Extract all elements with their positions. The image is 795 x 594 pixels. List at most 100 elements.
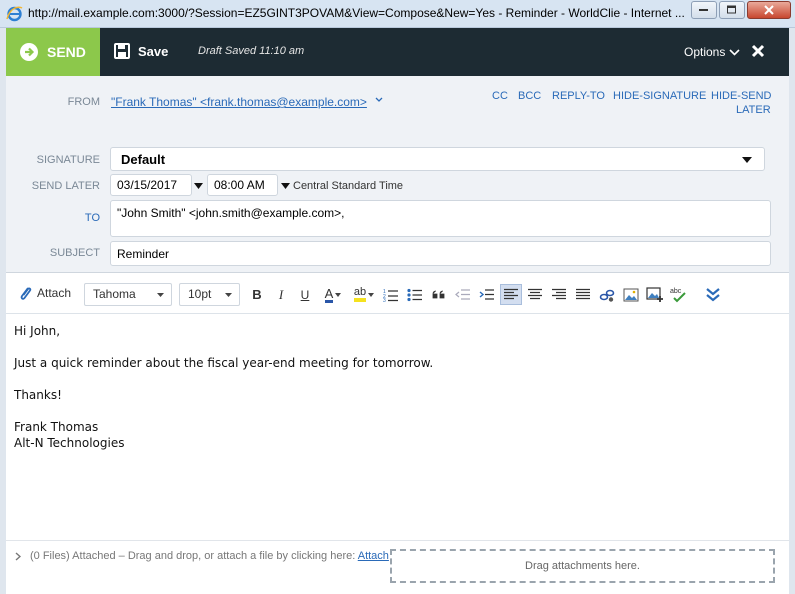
insert-image-button[interactable]: [644, 284, 666, 305]
bulleted-list-icon: [407, 288, 422, 301]
signature-company: Alt-N Technologies: [14, 436, 125, 450]
align-left-button[interactable]: [500, 284, 522, 305]
align-right-icon: [552, 288, 566, 300]
font-family-select[interactable]: Tahoma: [84, 283, 172, 306]
minimize-icon: [699, 9, 708, 11]
send-later-label: SEND LATER: [31, 180, 100, 192]
align-right-button[interactable]: [548, 284, 570, 305]
align-center-button[interactable]: [524, 284, 546, 305]
italic-button[interactable]: I: [270, 284, 292, 305]
close-icon: [764, 5, 774, 15]
compose-window: SEND Save Draft Saved 11:10 am Options F…: [6, 28, 789, 594]
body-thanks: Thanks!: [14, 388, 62, 402]
save-button[interactable]: Save: [114, 43, 168, 59]
internet-explorer-icon: [6, 6, 23, 22]
expand-toolbar-button[interactable]: [702, 284, 724, 305]
window-titlebar: http://mail.example.com:3000/?Session=EZ…: [0, 0, 795, 28]
chevron-down-icon: [729, 48, 740, 56]
save-label: Save: [138, 43, 169, 59]
attachments-status: (0 Files) Attached – Drag and drop, or a…: [30, 550, 389, 562]
to-label[interactable]: TO: [6, 212, 100, 224]
minimize-button[interactable]: [691, 1, 717, 19]
italic-icon: I: [278, 286, 284, 302]
font-color-icon: A: [324, 285, 334, 303]
attach-label: Attach: [37, 286, 72, 300]
from-address-link[interactable]: "Frank Thomas" <frank.thomas@example.com…: [111, 95, 367, 109]
close-compose-icon[interactable]: [751, 44, 765, 58]
message-body-editor[interactable]: Hi John, Just a quick reminder about the…: [6, 315, 789, 540]
numbered-list-button[interactable]: 1 2 3: [380, 284, 402, 305]
justify-button[interactable]: [572, 284, 594, 305]
compose-toolbar: SEND Save Draft Saved 11:10 am Options: [6, 28, 789, 76]
double-chevron-down-icon: [706, 287, 720, 301]
quote-button[interactable]: [428, 284, 450, 305]
date-caret-down-icon[interactable]: [194, 183, 203, 189]
send-arrow-icon: [20, 43, 38, 61]
signature-name: Frank Thomas: [14, 420, 99, 434]
body-greeting: Hi John,: [14, 324, 61, 338]
cc-link[interactable]: CC: [492, 90, 508, 102]
indent-button[interactable]: [476, 284, 498, 305]
window-title: http://mail.example.com:3000/?Session=EZ…: [28, 6, 685, 20]
message-header: FROM "Frank Thomas" <frank.thomas@exampl…: [6, 76, 789, 273]
svg-text:abc: abc: [670, 288, 682, 295]
underline-button[interactable]: U: [294, 284, 316, 305]
font-size-select[interactable]: 10pt: [179, 283, 240, 306]
outdent-button[interactable]: [452, 284, 474, 305]
align-left-icon: [504, 288, 518, 300]
maximize-button[interactable]: [719, 1, 745, 19]
from-label: FROM: [67, 96, 100, 108]
bcc-link[interactable]: BCC: [518, 90, 541, 102]
close-window-button[interactable]: [747, 1, 791, 19]
options-menu[interactable]: Options: [684, 45, 740, 59]
image-button[interactable]: [620, 284, 642, 305]
hide-signature-link[interactable]: HIDE-SIGNATURE: [613, 90, 706, 102]
indent-icon: [479, 289, 494, 300]
svg-text:3: 3: [383, 298, 386, 302]
attachments-bar: (0 Files) Attached – Drag and drop, or a…: [6, 540, 789, 594]
to-field[interactable]: "John Smith" <john.smith@example.com>,: [110, 200, 771, 237]
bulleted-list-button[interactable]: [404, 284, 426, 305]
signature-value: Default: [121, 152, 166, 167]
maximize-icon: [727, 5, 736, 14]
insert-image-icon: [646, 287, 663, 302]
subject-field[interactable]: Reminder: [110, 241, 771, 266]
hide-send-later-link[interactable]: HIDE-SEND: [711, 90, 772, 102]
font-color-button[interactable]: A: [320, 284, 346, 305]
send-button[interactable]: SEND: [6, 28, 100, 76]
caret-down-icon: [225, 293, 232, 297]
signature-label: SIGNATURE: [36, 154, 100, 166]
outdent-icon: [455, 289, 470, 300]
send-date-field[interactable]: 03/15/2017: [110, 174, 192, 196]
chevron-down-icon[interactable]: [375, 97, 383, 103]
highlight-icon: ab: [353, 287, 367, 302]
chevron-right-icon[interactable]: [15, 552, 21, 561]
attachments-status-text: (0 Files) Attached – Drag and drop, or a…: [30, 550, 358, 562]
editor-toolbar: Attach Tahoma 10pt B I U A ab 1 2 3 abc: [6, 274, 789, 314]
time-caret-down-icon[interactable]: [281, 183, 290, 189]
hide-send-later-link-wrap[interactable]: LATER: [736, 104, 771, 116]
quote-icon: [432, 290, 445, 298]
caret-down-icon: [335, 292, 342, 297]
attach-link[interactable]: Attach: [358, 550, 389, 562]
attach-button[interactable]: Attach: [18, 285, 71, 301]
options-label: Options: [684, 45, 726, 59]
spellcheck-button[interactable]: abc: [668, 284, 690, 305]
send-time-field[interactable]: 08:00 AM: [207, 174, 278, 196]
bold-button[interactable]: B: [246, 284, 268, 305]
attachment-drop-zone[interactable]: Drag attachments here.: [390, 549, 775, 583]
caret-down-icon: [157, 293, 164, 297]
floppy-disk-icon: [114, 43, 130, 59]
image-icon: [623, 288, 639, 301]
highlight-button[interactable]: ab: [350, 284, 378, 305]
underline-icon: U: [300, 287, 310, 302]
spellcheck-icon: abc: [670, 288, 686, 302]
link-button[interactable]: [596, 284, 618, 305]
caret-down-icon: [368, 292, 375, 297]
signature-select[interactable]: Default: [110, 147, 765, 171]
reply-to-link[interactable]: REPLY-TO: [552, 90, 605, 102]
paperclip-icon: [20, 287, 32, 300]
align-center-icon: [528, 288, 542, 300]
link-icon: [599, 289, 615, 302]
body-line: Just a quick reminder about the fiscal y…: [14, 356, 434, 370]
